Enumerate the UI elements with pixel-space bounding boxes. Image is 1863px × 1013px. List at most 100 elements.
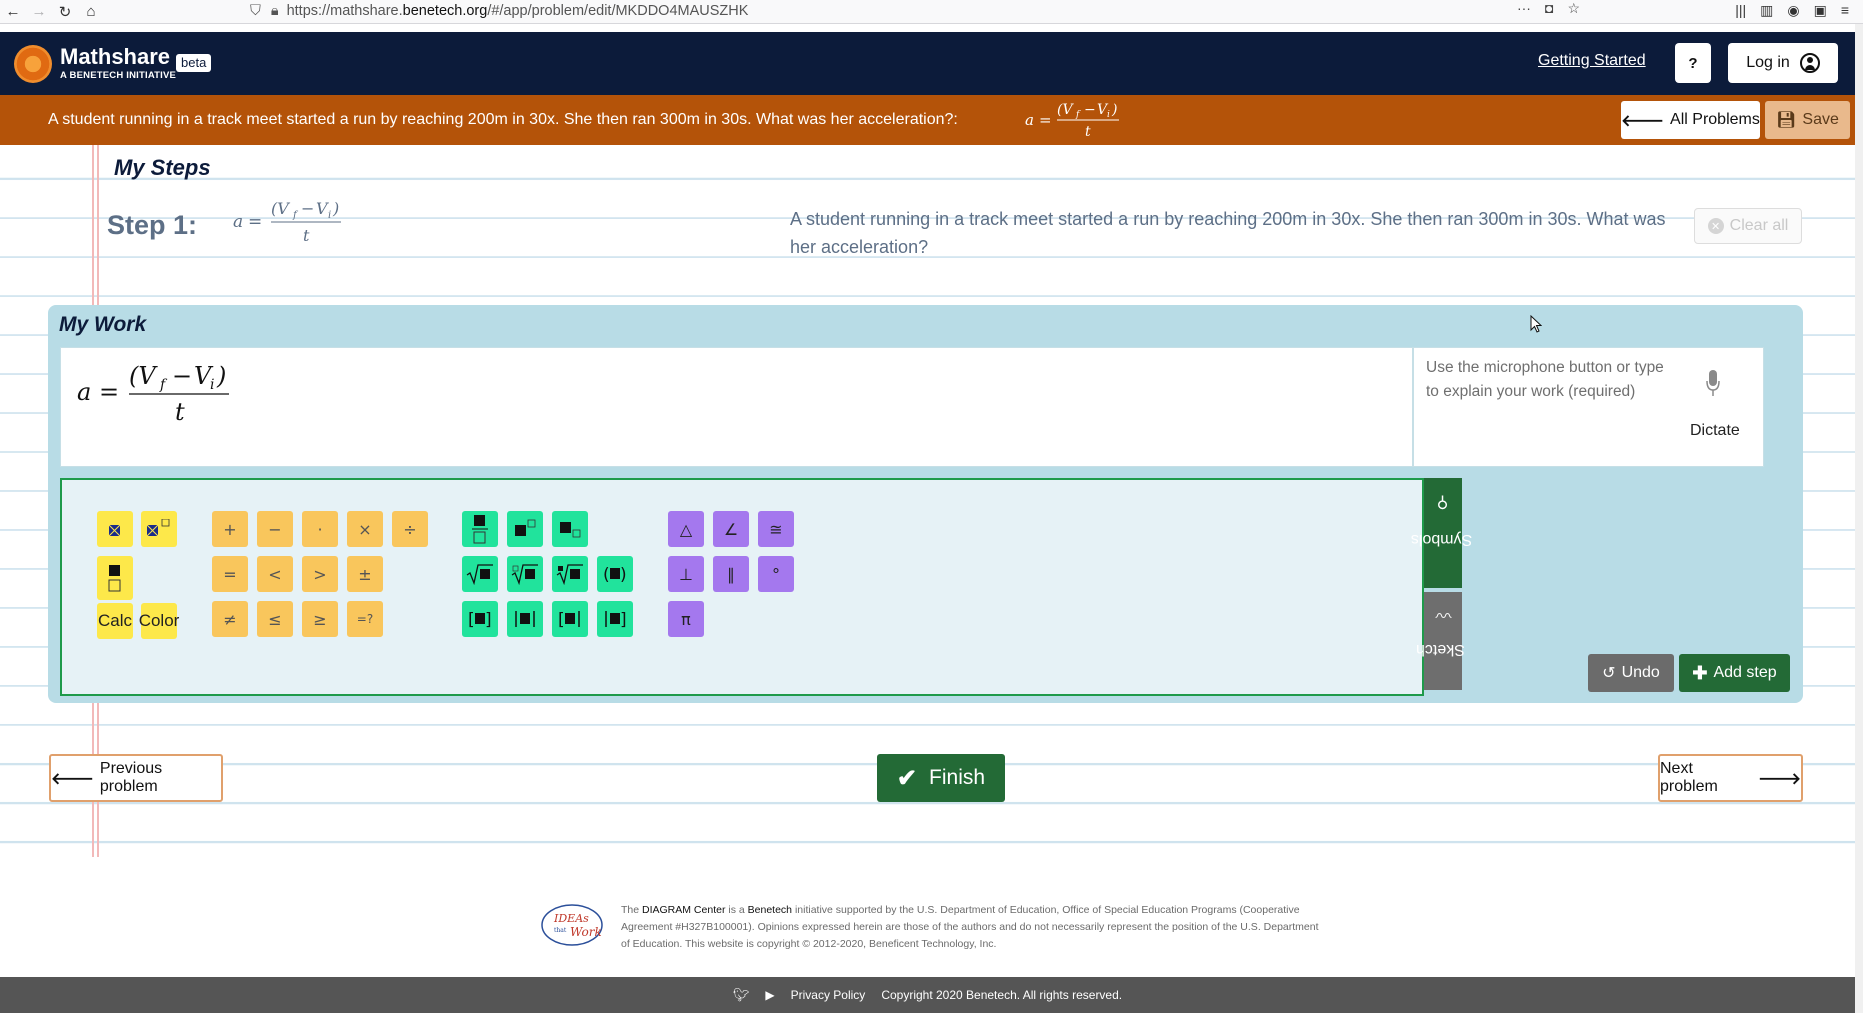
greater-equal-key[interactable]: ≥ [302,601,338,637]
absolute-bracket-key[interactable]: ] [597,601,633,637]
parentheses-key[interactable]: () [597,556,633,592]
times-key[interactable]: × [347,511,383,547]
acceleration-formula-icon: a = (V f − V i ) t [1025,102,1119,140]
more-icon[interactable]: ··· [1517,0,1531,17]
finish-label: Finish [929,766,986,789]
arrow-right-icon: 🡒 [1758,770,1801,788]
extension-icon[interactable]: ▣ [1814,2,1827,19]
square-root-key[interactable] [462,556,498,592]
next-problem-button[interactable]: Next problem 🡒 [1658,754,1803,802]
finish-button[interactable]: ✔ Finish [877,754,1005,802]
youtube-icon[interactable]: ▶ [765,988,774,1002]
triangle-key[interactable]: △ [668,511,704,547]
library-icon[interactable]: ||| [1735,2,1746,19]
tab-sketch[interactable]: 〰 Sketch [1416,592,1464,690]
url-bar[interactable]: ⛉ 🔒︎ https://mathshare.benetech.org/#/ap… [250,0,1580,22]
floppy-disk-icon: 💾︎ [1776,112,1797,129]
clear-all-button[interactable]: ✕ Clear all [1694,208,1802,244]
not-equal-key[interactable]: ≠ [212,601,248,637]
dictate-button[interactable]: Dictate [1690,422,1740,440]
nth-root-icon [556,564,583,585]
brackets-key[interactable]: [] [462,601,498,637]
getting-started-link[interactable]: Getting Started [1538,52,1646,70]
plus-minus-key[interactable]: ± [347,556,383,592]
save-button[interactable]: 💾︎ Save [1765,101,1850,139]
tab-symbols-label: Symbols [1411,530,1473,548]
svg-text:]: ] [485,610,492,629]
perpendicular-key[interactable]: ⊥ [668,556,704,592]
privacy-policy-link[interactable]: Privacy Policy [791,988,866,1002]
login-button[interactable]: Log in [1728,43,1838,83]
parallel-key[interactable]: ∥ [713,556,749,592]
math-editor[interactable]: a = (V f − V i ) t [60,347,1413,467]
explanation-field[interactable]: Use the microphone button or type to exp… [1413,347,1764,467]
absolute-value-key[interactable] [507,601,543,637]
sidebar-icon[interactable]: ▥ [1760,2,1773,19]
next-problem-label: Next problem [1660,760,1718,795]
copyright-text: Copyright 2020 Benetech. All rights rese… [881,988,1123,1002]
svg-text:i: i [210,377,214,393]
brand-name[interactable]: Mathshare [60,44,170,70]
undo-button[interactable]: ↺ Undo [1588,654,1674,692]
symbols-icon: ⚲ [1437,493,1449,511]
page-scrollbar[interactable] [1855,24,1863,1013]
divide-key[interactable]: ÷ [392,511,428,547]
mathshare-logo-icon[interactable] [14,45,52,83]
greater-than-key[interactable]: > [302,556,338,592]
microphone-icon[interactable] [1706,370,1720,398]
minus-key[interactable]: − [257,511,293,547]
footer-disclaimer: The DIAGRAM Center is a Benetech initiat… [621,904,1319,950]
less-equal-key[interactable]: ≤ [257,601,293,637]
angle-key[interactable]: ∠ [713,511,749,547]
tab-symbols[interactable]: ⚲ Symbols [1411,478,1473,588]
explanation-placeholder[interactable]: Use the microphone button or type to exp… [1426,356,1666,404]
pi-key[interactable]: π [668,601,704,637]
cube-root-icon [511,564,538,585]
menu-icon[interactable]: ≡ [1841,2,1849,19]
step-formula-icon: a = (V f − V i ) t [233,199,341,245]
ideas-that-work-logo[interactable]: IDEAs that Work [540,902,604,948]
superscript-key[interactable] [97,511,133,547]
calc-key[interactable]: Calc [97,603,133,639]
account-icon[interactable]: ◉ [1787,2,1799,19]
plus-key[interactable]: + [212,511,248,547]
color-key[interactable]: Color [139,603,179,639]
benetech-link[interactable]: Benetech [748,904,792,916]
fraction-key[interactable] [462,511,498,547]
svg-text:f: f [159,377,168,393]
svg-text:i: i [1107,110,1110,120]
reload-icon[interactable]: ↻ [52,3,78,21]
my-work-title: My Work [59,313,147,336]
bookmark-star-icon[interactable]: ☆ [1567,0,1580,17]
cube-root-key[interactable] [507,556,543,592]
all-problems-button[interactable]: 🡐 All Problems [1621,101,1760,139]
power-key[interactable] [507,511,543,547]
beta-badge: beta [176,54,212,72]
exponent-key[interactable] [141,511,177,547]
degree-key[interactable]: ° [758,556,794,592]
previous-problem-button[interactable]: 🡐 Previous problem [49,754,223,802]
nth-root-key[interactable] [552,556,588,592]
back-icon[interactable]: ← [0,3,26,20]
home-icon[interactable]: ⌂ [78,3,104,20]
arrow-left-icon: 🡐 [1621,112,1665,130]
bracket-absolute-key[interactable]: [ [552,601,588,637]
step-equation: a = (V f − V i ) t [233,197,363,252]
less-than-key[interactable]: < [257,556,293,592]
pocket-icon[interactable]: ◘ [1545,0,1553,17]
add-step-button[interactable]: ✚ Add step [1679,654,1790,692]
congruent-key[interactable]: ≅ [758,511,794,547]
stacked-fraction-key[interactable] [97,556,133,600]
question-equals-key[interactable]: =? [347,601,383,637]
close-circle-icon: ✕ [1707,218,1724,234]
editor-equation[interactable]: a = (V f − V i ) t [77,360,267,437]
equals-key[interactable]: = [212,556,248,592]
help-button[interactable]: ? [1675,43,1711,83]
dot-key[interactable]: · [302,511,338,547]
problem-text: A student running in a track meet starte… [48,111,958,128]
diagram-center-link[interactable]: DIAGRAM Center [642,904,725,916]
plus-icon: ✚ [1692,662,1708,683]
forward-icon[interactable]: → [26,3,52,20]
subscript-key[interactable] [552,511,588,547]
twitter-icon[interactable]: 🐦︎ [733,987,750,1003]
